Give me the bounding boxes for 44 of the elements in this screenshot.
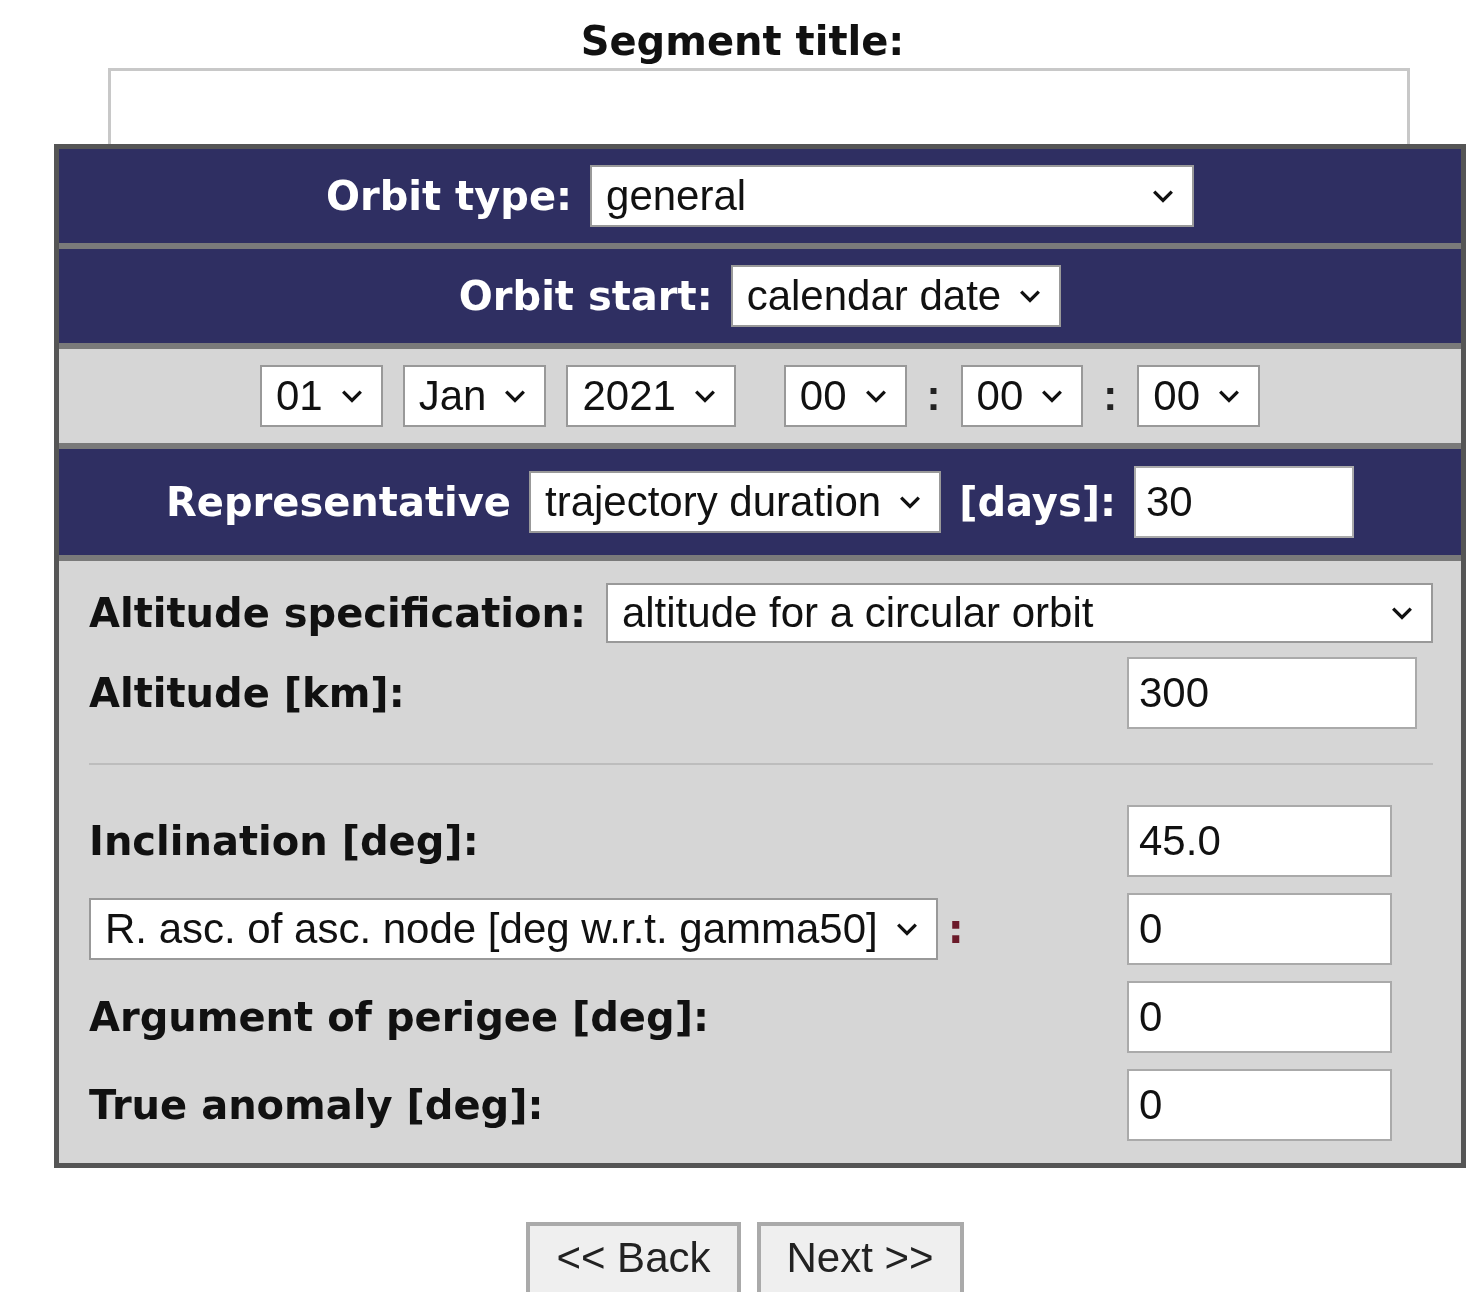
chevron-down-icon bbox=[1041, 389, 1064, 403]
element-label: Argument of perigee [deg]: bbox=[89, 994, 709, 1040]
element-field[interactable]: 0 bbox=[1127, 893, 1392, 965]
element-label: True anomaly [deg]: bbox=[89, 1082, 544, 1128]
chevron-down-icon bbox=[1019, 289, 1042, 303]
chevron-down-icon bbox=[899, 495, 922, 509]
year-select[interactable]: 2021 bbox=[566, 365, 736, 427]
chevron-down-icon bbox=[693, 389, 716, 403]
segment-title-field[interactable] bbox=[108, 68, 1410, 144]
next-button[interactable]: Next >> bbox=[756, 1222, 964, 1292]
altitude-specification-label: Altitude specification: bbox=[89, 590, 586, 636]
chevron-down-icon bbox=[864, 389, 887, 403]
orbit-start-label: Orbit start: bbox=[458, 273, 713, 319]
orbit-type-label: Orbit type: bbox=[325, 173, 573, 219]
altitude-field[interactable]: 300 bbox=[1127, 657, 1417, 729]
day-select[interactable]: 01 bbox=[260, 365, 383, 427]
representative-label: Representative bbox=[166, 479, 511, 525]
label-colon: : bbox=[947, 906, 964, 952]
altitude-specification-select[interactable]: altitude for a circular orbit bbox=[605, 583, 1433, 643]
element-field[interactable]: 0 bbox=[1127, 981, 1392, 1053]
second-select[interactable]: 00 bbox=[1137, 365, 1260, 427]
chevron-down-icon bbox=[1391, 606, 1413, 620]
chevron-down-icon bbox=[340, 389, 363, 403]
element-field[interactable]: 45.0 bbox=[1127, 805, 1392, 877]
days-field[interactable]: 30 bbox=[1134, 466, 1354, 538]
chevron-down-icon bbox=[1218, 389, 1240, 403]
element-select[interactable]: R. asc. of asc. node [deg w.r.t. gamma50] bbox=[89, 898, 938, 960]
segment-title-label: Segment title: bbox=[579, 17, 906, 66]
orbit-type-select[interactable]: general bbox=[590, 165, 1195, 227]
hour-select[interactable]: 00 bbox=[783, 365, 907, 427]
time-separator: : bbox=[926, 372, 941, 420]
chevron-down-icon bbox=[1152, 189, 1175, 203]
element-field[interactable]: 0 bbox=[1127, 1069, 1392, 1141]
time-separator: : bbox=[1103, 372, 1118, 420]
orbit-start-select[interactable]: calendar date bbox=[730, 265, 1062, 327]
back-button[interactable]: << Back bbox=[526, 1222, 741, 1292]
month-select[interactable]: Jan bbox=[402, 365, 547, 427]
chevron-down-icon bbox=[895, 922, 918, 936]
altitude-label: Altitude [km]: bbox=[89, 670, 405, 716]
minute-select[interactable]: 00 bbox=[960, 365, 1084, 427]
chevron-down-icon bbox=[504, 389, 527, 403]
representative-select[interactable]: trajectory duration bbox=[529, 471, 942, 533]
days-label: [days]: bbox=[959, 479, 1116, 525]
element-label: Inclination [deg]: bbox=[89, 818, 479, 864]
